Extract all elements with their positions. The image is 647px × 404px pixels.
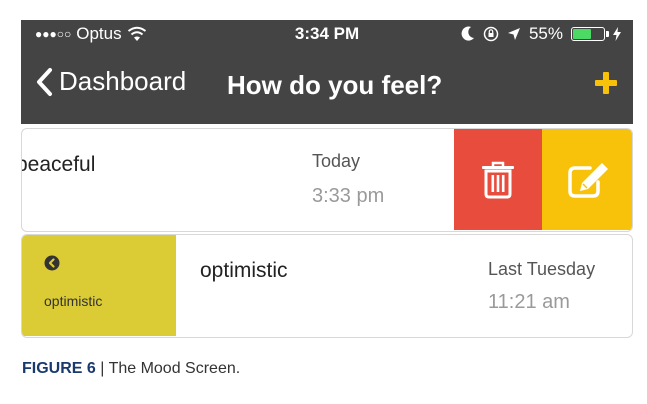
- caption-separator: |: [95, 360, 109, 377]
- mood-date: Last Tuesday: [488, 259, 596, 279]
- list-item[interactable]: peaceful Today 3:33 pm: [21, 128, 633, 232]
- mood-tag-panel[interactable]: optimistic: [22, 235, 176, 336]
- mood-date: Today: [312, 151, 361, 171]
- mood-time: 11:21 am: [488, 291, 570, 313]
- plus-icon: [595, 72, 617, 94]
- figure-number: FIGURE 6: [22, 360, 96, 377]
- edit-icon: [568, 162, 608, 198]
- status-right-group: 55%: [461, 24, 621, 44]
- battery-nub: [606, 31, 609, 37]
- figure-caption: FIGURE 6 | The Mood Screen.: [22, 360, 240, 378]
- location-arrow-icon: [507, 28, 520, 40]
- battery-percent: 55%: [528, 24, 563, 43]
- delete-button[interactable]: [454, 129, 542, 230]
- moon-icon: [461, 26, 474, 41]
- phone-screen: ●●●○○ Optus 3:34 PM 55% Dashboard How do…: [21, 20, 633, 342]
- page-title: How do you feel?: [227, 70, 443, 100]
- caption-text: The Mood Screen.: [108, 360, 241, 377]
- battery-icon: [571, 27, 609, 41]
- charging-bolt-icon: [613, 27, 621, 41]
- battery-level: [573, 29, 591, 39]
- chevron-left-icon: [37, 67, 52, 96]
- list-item[interactable]: optimistic optimistic Last Tuesday 11:21…: [21, 234, 633, 338]
- mood-tag-label: optimistic: [44, 293, 103, 309]
- edit-button[interactable]: [542, 129, 632, 230]
- status-bar: ●●●○○ Optus 3:34 PM 55%: [21, 20, 633, 48]
- rotation-lock-icon: [483, 26, 499, 42]
- trash-icon: [482, 161, 514, 198]
- nav-bar: Dashboard How do you feel?: [21, 48, 633, 124]
- back-button[interactable]: Dashboard: [35, 66, 186, 97]
- add-mood-button[interactable]: [595, 72, 617, 99]
- chevron-left-circle-icon: [44, 255, 60, 271]
- back-button-label: Dashboard: [59, 66, 187, 96]
- mood-name: peaceful: [21, 153, 96, 176]
- mood-name: optimistic: [200, 259, 288, 282]
- mood-time: 3:33 pm: [312, 185, 385, 207]
